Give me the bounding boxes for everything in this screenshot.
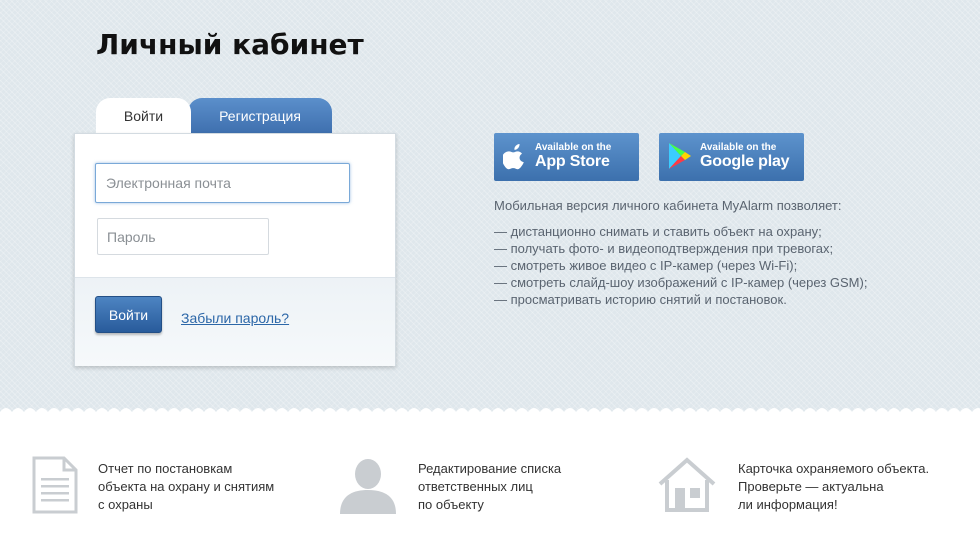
google-play-badge[interactable]: Available on the Google play <box>659 133 804 181</box>
user-icon <box>340 459 396 514</box>
feature-report-text: Отчет по постановкам объекта на охрану и… <box>98 460 328 514</box>
apple-icon <box>503 144 524 170</box>
feature-line: объекта на охрану и снятиям <box>98 479 275 494</box>
tab-login[interactable]: Войти <box>96 98 191 134</box>
mobile-info-intro: Мобильная версия личного кабинета MyAlar… <box>494 198 842 213</box>
feature-responsible-persons-text: Редактирование списка ответственных лиц … <box>418 460 648 514</box>
mobile-features-list: — дистанционно снимать и ставить объект … <box>494 223 954 308</box>
tab-register[interactable]: Регистрация <box>188 98 332 134</box>
app-store-label: App Store <box>535 153 610 170</box>
google-play-small-label: Available on the <box>700 142 777 153</box>
page-title: Личный кабинет <box>96 28 364 61</box>
feature-line: Карточка охраняемого объекта. <box>738 461 930 476</box>
house-icon <box>658 457 716 512</box>
wave-divider <box>0 408 980 424</box>
feature-line: по объекту <box>418 497 484 512</box>
list-item: — просматривать историю снятий и постано… <box>494 292 787 307</box>
feature-line: ли информация! <box>738 497 838 512</box>
list-item: — смотреть слайд-шоу изображений с IP-ка… <box>494 275 868 290</box>
feature-line: Проверьте — актуальна <box>738 479 884 494</box>
login-button[interactable]: Войти <box>95 296 162 333</box>
google-play-label: Google play <box>700 153 790 170</box>
list-item: — получать фото- и видеоподтверждения пр… <box>494 241 834 256</box>
feature-line: Отчет по постановкам <box>98 461 233 476</box>
app-store-small-label: Available on the <box>535 142 612 153</box>
forgot-password-link[interactable]: Забыли пароль? <box>181 310 289 326</box>
password-field[interactable] <box>97 218 269 255</box>
document-icon <box>32 456 78 514</box>
feature-line: Редактирование списка <box>418 461 562 476</box>
feature-line: ответственных лиц <box>418 479 533 494</box>
email-field[interactable] <box>95 163 350 203</box>
app-store-badge[interactable]: Available on the App Store <box>494 133 639 181</box>
list-item: — смотреть живое видео с IP-камер (через… <box>494 258 798 273</box>
feature-object-card-text: Карточка охраняемого объекта. Проверьте … <box>738 460 968 514</box>
google-play-icon <box>669 143 691 169</box>
feature-line: с охраны <box>98 497 153 512</box>
mobile-info: Мобильная версия личного кабинета MyAlar… <box>494 197 954 308</box>
list-item: — дистанционно снимать и ставить объект … <box>494 224 822 239</box>
login-card: Войти Забыли пароль? <box>74 133 396 366</box>
